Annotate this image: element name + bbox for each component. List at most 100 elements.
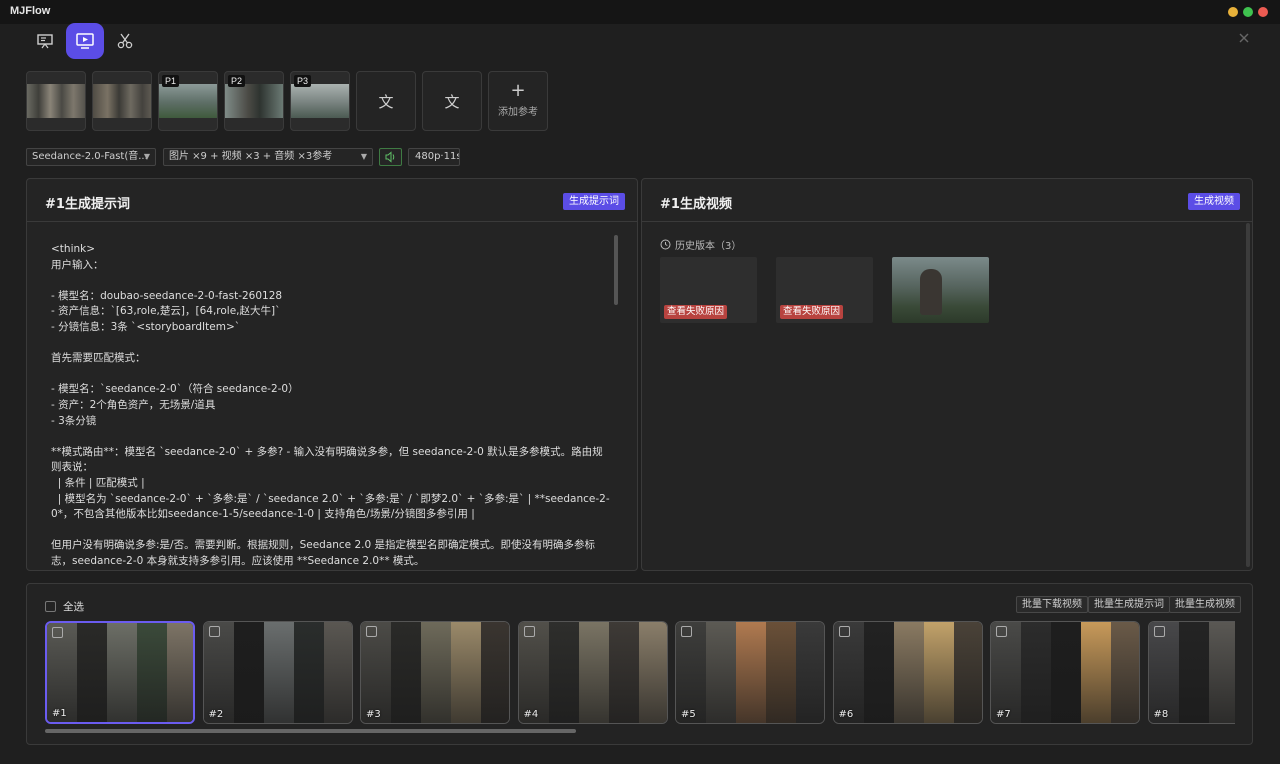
scissors-icon bbox=[117, 33, 133, 49]
storyboard-frame bbox=[833, 622, 865, 723]
storyboard-frame bbox=[233, 622, 265, 723]
presentation-icon bbox=[37, 34, 53, 49]
storyboard-frame bbox=[77, 623, 108, 722]
failure-reason-tag[interactable]: 查看失败原因 bbox=[664, 305, 728, 319]
video-frame bbox=[920, 269, 942, 315]
chevron-down-icon: ▼ bbox=[360, 152, 367, 161]
storyboard-scrollbar[interactable] bbox=[45, 729, 576, 733]
minimize-button[interactable] bbox=[1228, 7, 1238, 17]
storyboard-frame bbox=[1208, 622, 1235, 723]
reference-image[interactable] bbox=[26, 71, 86, 131]
storyboard-number: #6 bbox=[838, 709, 854, 720]
storyboard-frame bbox=[953, 622, 982, 723]
storyboard-frame bbox=[323, 622, 352, 723]
reference-image[interactable]: P2 bbox=[224, 71, 284, 131]
resolution-select[interactable]: 480p·11s bbox=[408, 148, 460, 166]
speaker-icon bbox=[385, 151, 395, 163]
storyboard-frame bbox=[263, 622, 295, 723]
storyboard-card[interactable]: #6 bbox=[832, 621, 983, 724]
storyboard-frame bbox=[676, 622, 707, 723]
storyboard-frame bbox=[1081, 622, 1112, 723]
storyboard-frame bbox=[1148, 622, 1180, 723]
storyboard-card[interactable]: #2 bbox=[202, 621, 353, 724]
assets-select[interactable]: 图片 ×9 + 视频 ×3 + 音频 ×3参考 ▼ bbox=[163, 148, 373, 166]
storyboard-frame bbox=[167, 623, 193, 722]
storyboard-frame bbox=[421, 622, 452, 723]
add-reference-button[interactable]: + 添加参考 bbox=[488, 71, 548, 131]
storyboard-frame bbox=[1051, 622, 1082, 723]
storyboard-card[interactable]: #8 bbox=[1147, 621, 1235, 724]
close-icon[interactable] bbox=[1236, 30, 1252, 46]
prompt-text[interactable]: <think> 用户输入： - 模型名：doubao-seedance-2-0-… bbox=[51, 242, 611, 569]
storyboard-frame bbox=[451, 622, 482, 723]
generate-video-button[interactable]: 生成视频 bbox=[1188, 193, 1240, 210]
storyboard-frame bbox=[766, 622, 797, 723]
storyboard-frame bbox=[203, 622, 235, 723]
video-scrollbar[interactable] bbox=[1246, 223, 1250, 567]
storyboard-frame bbox=[548, 622, 580, 723]
reference-image[interactable]: P1 bbox=[158, 71, 218, 131]
add-reference-label: 添加参考 bbox=[498, 107, 538, 118]
storyboard-number: #1 bbox=[52, 708, 67, 719]
storyboard-frame bbox=[361, 622, 392, 723]
storyboard-frame bbox=[736, 622, 767, 723]
tab-edit[interactable] bbox=[106, 23, 144, 59]
storyboard-checkbox[interactable] bbox=[1153, 626, 1165, 637]
reference-tag: P1 bbox=[162, 75, 180, 87]
storyboard-card[interactable]: #4 bbox=[517, 621, 668, 724]
storyboard-frame bbox=[107, 623, 138, 722]
storyboard-panel: 全选 批量下载视频 批量生成提示词 批量生成视频 #1 #2 #3 #4 #5 #6 #7 #… bbox=[26, 583, 1253, 745]
app-title: MJFlow bbox=[10, 5, 51, 17]
reference-image[interactable]: P3 bbox=[290, 71, 350, 131]
title-bar: MJFlow bbox=[0, 0, 1280, 24]
chevron-down-icon: ▼ bbox=[143, 152, 150, 161]
storyboard-number: #5 bbox=[681, 709, 696, 720]
failure-reason-tag[interactable]: 查看失败原因 bbox=[780, 305, 844, 319]
maximize-button[interactable] bbox=[1243, 7, 1253, 17]
storyboard-number: #3 bbox=[366, 709, 381, 720]
history-label: 历史版本（3） bbox=[675, 241, 742, 252]
storyboard-frame bbox=[706, 622, 737, 723]
video-version-thumbnail[interactable]: 查看失败原因 bbox=[776, 257, 873, 323]
plus-icon: + bbox=[510, 80, 526, 101]
tab-video[interactable] bbox=[66, 23, 104, 59]
text-reference-icon: 文 bbox=[378, 92, 394, 111]
storyboard-checkbox[interactable] bbox=[523, 626, 535, 637]
storyboard-checkbox[interactable] bbox=[838, 626, 850, 637]
storyboard-checkbox[interactable] bbox=[681, 626, 692, 637]
storyboard-frame bbox=[391, 622, 422, 723]
storyboard-checkbox[interactable] bbox=[996, 626, 1007, 637]
video-play-icon bbox=[76, 33, 94, 49]
storyboard-frame bbox=[863, 622, 895, 723]
storyboard-card[interactable]: #7 bbox=[990, 621, 1140, 724]
reference-image[interactable] bbox=[92, 71, 152, 131]
video-panel-title: #1生成视频 bbox=[660, 197, 732, 212]
storyboard-checkbox[interactable] bbox=[52, 627, 63, 638]
model-select[interactable]: Seedance-2.0-Fast(音... ▼ bbox=[26, 148, 156, 166]
reference-text[interactable]: 文 bbox=[422, 71, 482, 131]
storyboard-checkbox[interactable] bbox=[366, 626, 377, 637]
generate-prompt-button[interactable]: 生成提示词 bbox=[563, 193, 625, 210]
clock-icon bbox=[660, 239, 671, 250]
audio-toggle[interactable] bbox=[379, 148, 402, 166]
close-window-button[interactable] bbox=[1258, 7, 1268, 17]
storyboard-list: #1 #2 #3 #4 #5 #6 #7 #8 bbox=[27, 584, 1235, 734]
storyboard-frame bbox=[893, 622, 925, 723]
video-panel: #1生成视频 生成视频 历史版本（3） 查看失败原因 查看失败原因 bbox=[641, 178, 1253, 571]
video-panel-header: #1生成视频 生成视频 bbox=[642, 179, 1252, 222]
storyboard-card[interactable]: #3 bbox=[360, 621, 510, 724]
video-version-thumbnail[interactable] bbox=[892, 257, 989, 323]
storyboard-card[interactable]: #1 bbox=[45, 621, 195, 724]
storyboard-frame bbox=[518, 622, 550, 723]
storyboard-frame bbox=[293, 622, 325, 723]
storyboard-frame bbox=[1021, 622, 1052, 723]
storyboard-card[interactable]: #5 bbox=[675, 621, 825, 724]
prompt-panel-title: #1生成提示词 bbox=[45, 197, 130, 212]
storyboard-checkbox[interactable] bbox=[208, 626, 220, 637]
reference-text[interactable]: 文 bbox=[356, 71, 416, 131]
tab-storyboard[interactable] bbox=[26, 23, 64, 59]
prompt-scrollbar[interactable] bbox=[614, 235, 618, 305]
history-versions: 历史版本（3） bbox=[660, 237, 741, 252]
video-version-thumbnail[interactable]: 查看失败原因 bbox=[660, 257, 757, 323]
storyboard-number: #8 bbox=[1153, 709, 1169, 720]
